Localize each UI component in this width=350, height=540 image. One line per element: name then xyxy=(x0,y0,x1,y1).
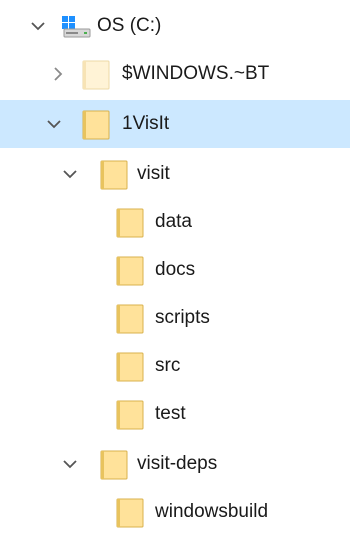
tree-item-os-drive[interactable]: OS (C:) xyxy=(0,2,350,50)
tree-item-label: scripts xyxy=(155,307,210,328)
folder-icon xyxy=(100,450,128,480)
tree-item-label: $WINDOWS.~BT xyxy=(122,63,270,84)
tree-item-label: visit-deps xyxy=(137,453,218,474)
folder-icon xyxy=(82,60,110,90)
tree-item-label: visit xyxy=(137,163,170,184)
tree-item-label: docs xyxy=(155,259,196,280)
chevron-right-icon[interactable] xyxy=(50,66,66,82)
tree-item-label: 1VisIt xyxy=(122,113,170,134)
tree-item-label: src xyxy=(155,355,181,376)
tree-item-src[interactable]: src xyxy=(0,342,350,390)
chevron-down-icon[interactable] xyxy=(62,456,78,472)
tree-item-visit-deps[interactable]: visit-deps xyxy=(0,440,350,488)
folder-icon xyxy=(116,352,144,382)
folder-icon xyxy=(116,400,144,430)
folder-icon xyxy=(100,160,128,190)
folder-icon xyxy=(82,110,110,140)
folder-icon xyxy=(116,256,144,286)
tree-item-label: OS (C:) xyxy=(97,15,162,36)
tree-item-visit[interactable]: visit xyxy=(0,150,350,198)
drive-icon xyxy=(60,14,92,40)
tree-item-scripts[interactable]: scripts xyxy=(0,294,350,342)
tree-item-windows-bt[interactable]: $WINDOWS.~BT xyxy=(0,50,350,98)
tree-item-windowsbuild[interactable]: windowsbuild xyxy=(0,488,350,536)
folder-icon xyxy=(116,498,144,528)
folder-tree: OS (C:) $WINDOWS.~BT 1VisIt visit data d… xyxy=(0,0,350,540)
tree-item-docs[interactable]: docs xyxy=(0,246,350,294)
chevron-down-icon[interactable] xyxy=(46,116,62,132)
tree-item-test[interactable]: test xyxy=(0,390,350,438)
tree-item-label: test xyxy=(155,403,186,424)
folder-icon xyxy=(116,304,144,334)
tree-item-data[interactable]: data xyxy=(0,198,350,246)
tree-item-1visit[interactable]: 1VisIt xyxy=(0,100,350,148)
chevron-down-icon[interactable] xyxy=(62,166,78,182)
chevron-down-icon[interactable] xyxy=(30,18,46,34)
tree-item-label: data xyxy=(155,211,192,232)
tree-item-label: windowsbuild xyxy=(155,501,269,522)
folder-icon xyxy=(116,208,144,238)
